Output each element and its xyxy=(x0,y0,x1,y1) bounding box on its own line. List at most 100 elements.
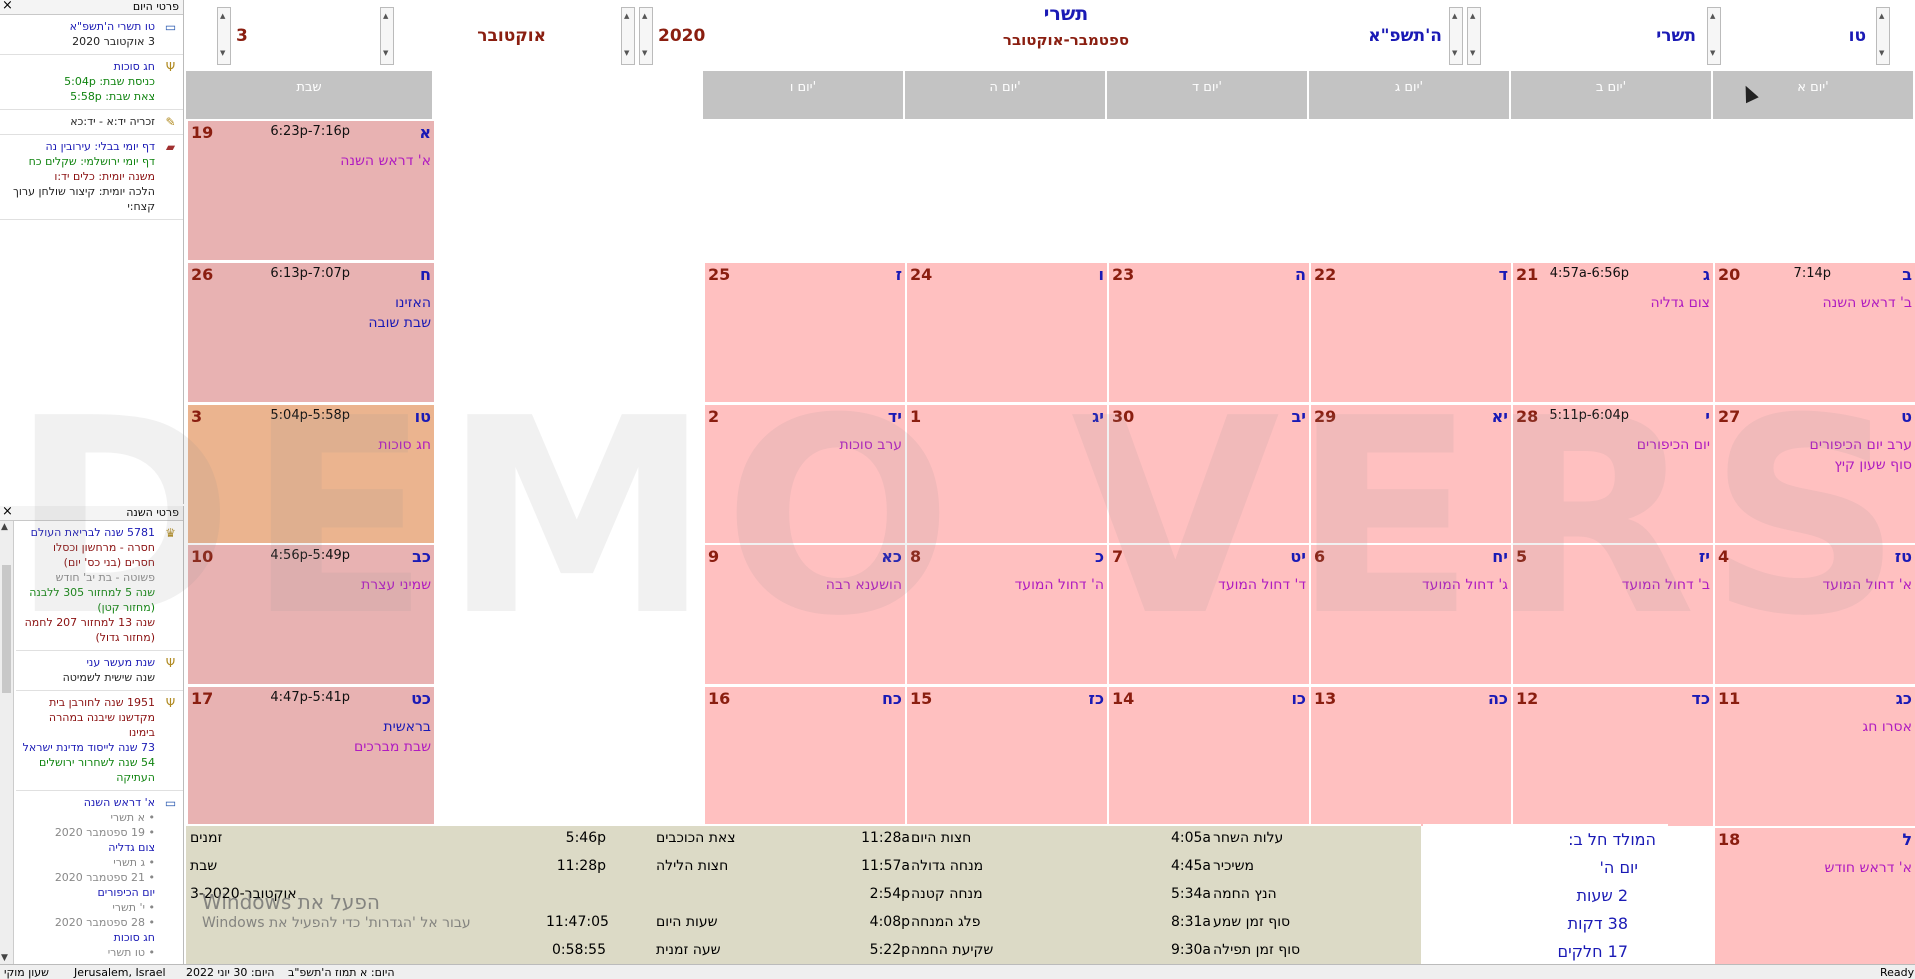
event-label[interactable]: ד' דחול המועד xyxy=(1218,575,1306,595)
event-label[interactable]: א' דראש חודש xyxy=(1825,858,1912,878)
day-cell[interactable]: 11 כג אסרו חג xyxy=(1713,685,1915,826)
g-year-spinner-2[interactable]: ▲ ▼ xyxy=(621,7,635,65)
hebrew-date: יט xyxy=(1290,547,1306,566)
day-cell[interactable]: 10 כב 4:56p-5:49p שמיני עצרת xyxy=(186,543,434,684)
gregorian-date: 12 xyxy=(1516,689,1539,708)
yahrzeit-icon: ✎ xyxy=(165,115,176,129)
panel-entry-line: שנה 13 למחזור 207 לחמה (מחזור גדול) xyxy=(24,616,155,644)
gregorian-date: 19 xyxy=(191,123,214,142)
zman-value: 0:58:55 xyxy=(552,942,606,958)
day-cell[interactable]: 30 יב xyxy=(1107,403,1309,544)
day-cell[interactable]: 29 יא xyxy=(1309,403,1511,544)
hebrew-date: י xyxy=(1705,407,1710,426)
day-cell[interactable]: 23 ה xyxy=(1107,261,1309,402)
h-year-spinner[interactable]: ▲ ▼ xyxy=(1449,7,1463,65)
h-day-spinner[interactable]: ▲ ▼ xyxy=(1876,7,1890,65)
hebrew-day-field[interactable]: טו xyxy=(1796,26,1866,46)
hebrew-year-field[interactable]: ה'תשפ"א xyxy=(1316,26,1442,46)
g-year-spinner[interactable]: ▲ ▼ xyxy=(639,7,653,65)
event-label[interactable]: צום גדליה xyxy=(1650,293,1710,313)
day-cell[interactable]: 13 כה xyxy=(1309,685,1511,826)
event-label[interactable]: הושענא רבה xyxy=(826,575,902,595)
zman-value: 4:45a xyxy=(1170,858,1211,874)
day-cell[interactable]: 22 ד xyxy=(1309,261,1511,402)
panel-entry-line: • י' תשרי xyxy=(112,901,155,914)
h-year-spinner-2[interactable]: ▲ ▼ xyxy=(1467,7,1481,65)
event-label[interactable]: שבת מברכים xyxy=(354,737,431,757)
gregorian-year-field[interactable]: 2020 xyxy=(658,26,758,46)
crown-icon: ♛ xyxy=(165,526,176,540)
h-month-spinner[interactable]: ▲ ▼ xyxy=(1707,7,1721,65)
day-cell[interactable]: 1 יג xyxy=(905,403,1107,544)
scroll-down-icon[interactable]: ▼ xyxy=(1,953,8,963)
g-day-spinner[interactable]: ▲ ▼ xyxy=(217,7,231,65)
day-events: ה' דחול המועד xyxy=(1015,575,1104,595)
event-label[interactable]: ב' דחול המועד xyxy=(1622,575,1710,595)
day-cell[interactable]: 15 כז xyxy=(905,685,1107,826)
hebrew-date: יח xyxy=(1492,547,1508,566)
day-cell[interactable]: 8 כ ה' דחול המועד xyxy=(905,543,1107,684)
zman-value: 8:31a xyxy=(1170,914,1211,930)
day-cell[interactable]: 12 כד xyxy=(1511,685,1713,826)
day-cell[interactable]: 9 כא הושענא רבה xyxy=(703,543,905,684)
day-cell[interactable]: 19 א 6:23p-7:16p א' דראש השנה xyxy=(186,119,434,260)
scroll-thumb[interactable] xyxy=(2,565,11,693)
event-label[interactable]: בראשית xyxy=(354,717,431,737)
event-label[interactable]: יום הכיפורים xyxy=(1637,435,1710,455)
event-label[interactable]: חג סוכות xyxy=(378,435,431,455)
molad-minutes: 38 דקות xyxy=(1567,914,1628,933)
day-cell[interactable]: 16 כח xyxy=(703,685,905,826)
event-label[interactable]: שמיני עצרת xyxy=(361,575,431,595)
day-cell[interactable]: 14 כו xyxy=(1107,685,1309,826)
close-icon[interactable]: × xyxy=(2,0,13,13)
gregorian-day-field[interactable]: 3 xyxy=(236,26,296,46)
day-cell[interactable]: 21 ג 4:57a-6:56p צום גדליה xyxy=(1511,261,1713,402)
event-label[interactable]: שבת שובה xyxy=(368,313,431,333)
day-cell[interactable]: 28 י 5:11p-6:04p יום הכיפורים xyxy=(1511,403,1713,544)
day-events: א' דראש חודש xyxy=(1825,858,1912,878)
day-cell[interactable]: 26 ח 6:13p-7:07p האזינו שבת שובה xyxy=(186,261,434,402)
day-cell[interactable]: 18 ל א' דראש חודש xyxy=(1713,826,1915,964)
day-cell[interactable]: 27 ט ערב יום הכיפורים סוף שעון קיץ xyxy=(1713,403,1915,544)
day-cell[interactable]: 6 יח ג' דחול המועד xyxy=(1309,543,1511,684)
gregorian-month-field[interactable]: אוקטובר xyxy=(396,26,546,46)
day-events: הושענא רבה xyxy=(826,575,902,595)
event-label[interactable]: סוף שעון קיץ xyxy=(1810,455,1912,475)
gregorian-date: 22 xyxy=(1314,265,1337,284)
event-label[interactable]: האזינו xyxy=(368,293,431,313)
day-events: ד' דחול המועד xyxy=(1218,575,1306,595)
gregorian-date: 10 xyxy=(191,547,214,566)
event-label[interactable]: ב' דראש השנה xyxy=(1823,293,1912,313)
zman-label: שעות היום xyxy=(656,914,718,930)
event-label[interactable]: ג' דחול המועד xyxy=(1422,575,1508,595)
day-header: יום ה' xyxy=(905,71,1107,119)
event-label[interactable]: ערב סוכות xyxy=(839,435,902,455)
panel-entry-line: • 28 ספטמבר 2020 xyxy=(54,916,155,929)
day-cell[interactable]: 7 יט ד' דחול המועד xyxy=(1107,543,1309,684)
day-cell[interactable]: 20 ב 7:14p ב' דראש השנה xyxy=(1713,261,1915,402)
vertical-scrollbar[interactable]: ▲ ▼ xyxy=(0,521,14,964)
event-label[interactable]: אסרו חג xyxy=(1862,717,1912,737)
day-cell[interactable]: 2 יד ערב סוכות xyxy=(703,403,905,544)
panel-entry-line: חסרה - מרחשון וכסלו חסרים (בני כס' יום) xyxy=(52,541,155,569)
event-label[interactable]: א' דחול המועד xyxy=(1822,575,1912,595)
event-label[interactable]: ה' דחול המועד xyxy=(1015,575,1104,595)
scroll-up-icon[interactable]: ▲ xyxy=(1,522,8,532)
hebrew-date: ד xyxy=(1498,265,1508,284)
day-cell[interactable]: 5 יז ב' דחול המועד xyxy=(1511,543,1713,684)
event-label[interactable]: ערב יום הכיפורים xyxy=(1810,435,1912,455)
hebrew-month-field[interactable]: תשרי xyxy=(1606,26,1696,46)
day-cell[interactable]: 17 כט 4:47p-5:41p בראשית שבת מברכים xyxy=(186,685,434,826)
close-icon[interactable]: × xyxy=(2,506,13,519)
day-cell[interactable]: 24 ו xyxy=(905,261,1107,402)
event-label[interactable]: א' דראש השנה xyxy=(340,151,431,171)
panel-entry-line: שנה שישית לשמיטה xyxy=(62,671,155,684)
day-cell[interactable]: 3 טו 5:04p-5:58p חג סוכות xyxy=(186,403,434,544)
day-cell[interactable]: 25 ז xyxy=(703,261,905,402)
g-month-spinner[interactable]: ▲ ▼ xyxy=(380,7,394,65)
panel-entry-line: חג סוכות xyxy=(113,931,155,944)
panel-entry-line: זכריה יד:א - יד:כא xyxy=(70,115,155,128)
menorah-icon: Ψ xyxy=(165,60,176,74)
day-cell[interactable]: 4 טז א' דחול המועד xyxy=(1713,543,1915,684)
hebrew-date: כד xyxy=(1691,689,1710,708)
